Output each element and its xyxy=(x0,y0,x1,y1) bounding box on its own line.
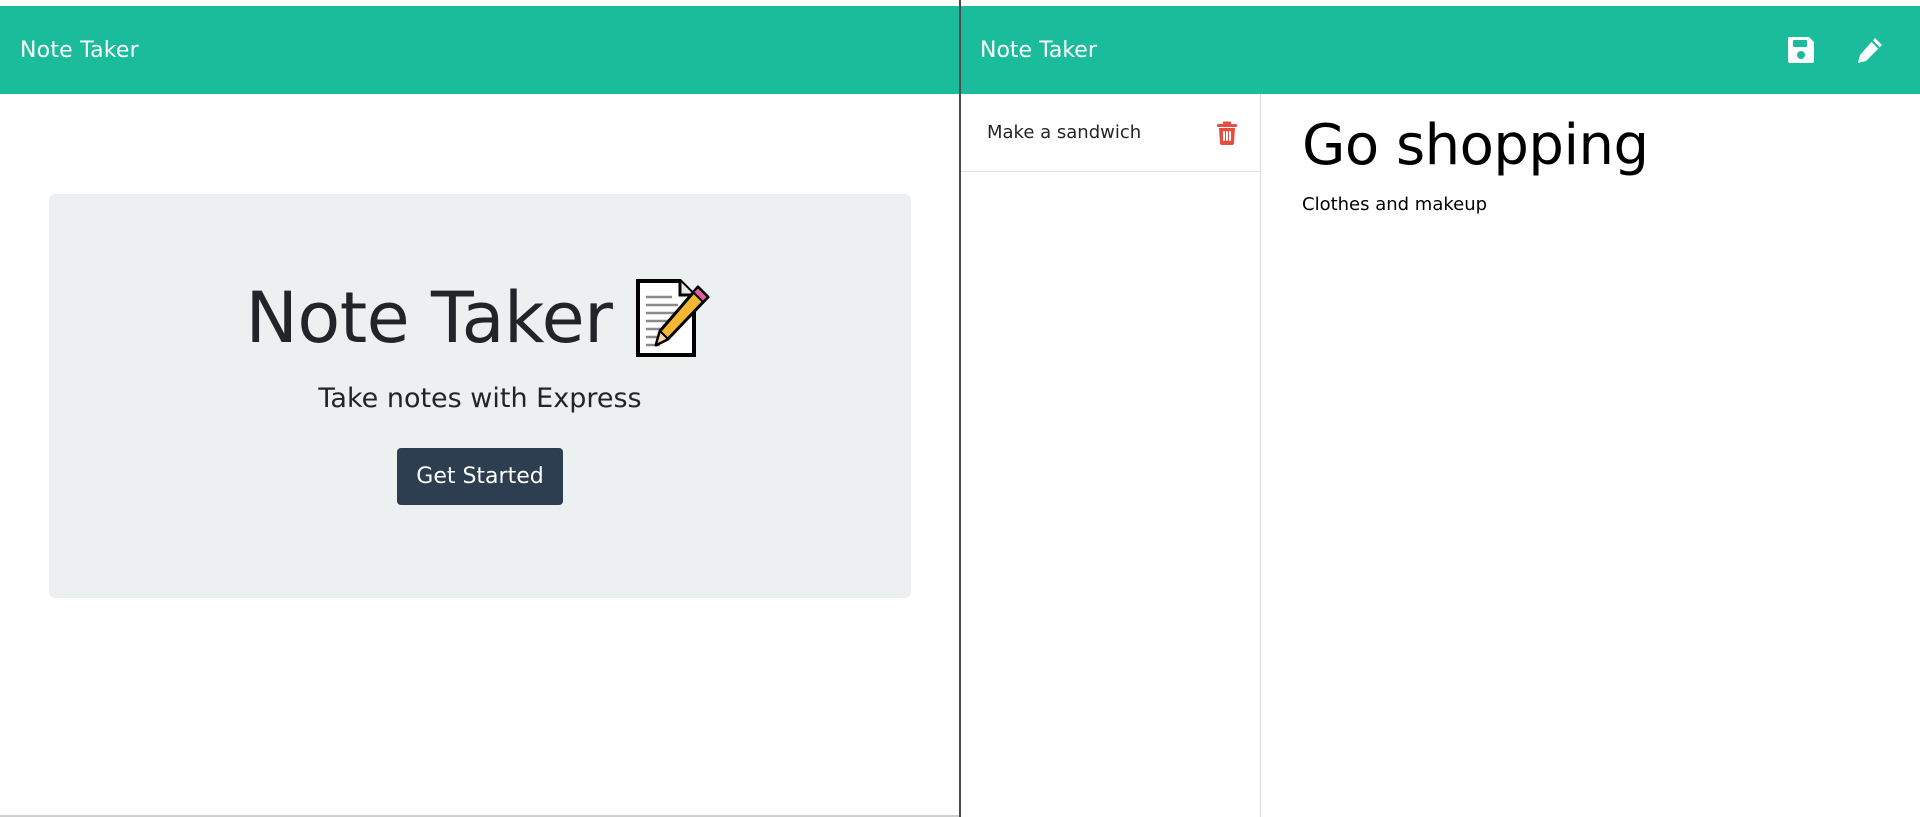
landing-page: Note Taker Note Taker Take notes with Ex… xyxy=(0,6,959,817)
pencil-icon[interactable] xyxy=(1854,34,1886,66)
list-item[interactable]: Make a sandwich xyxy=(961,94,1260,172)
jumbotron-title: Note Taker xyxy=(245,277,613,359)
landing-navbar: Note Taker xyxy=(0,6,959,94)
notes-page: Note Taker Make a sandwich Go shopping C… xyxy=(961,6,1920,817)
navbar-brand[interactable]: Note Taker xyxy=(0,38,139,63)
jumbotron-subtitle: Take notes with Express xyxy=(318,383,642,414)
jumbotron: Note Taker Take notes with Express Get S… xyxy=(49,194,911,598)
memo-icon xyxy=(636,279,710,357)
save-icon[interactable] xyxy=(1785,34,1817,66)
split-screen-view: Note Taker Note Taker Take notes with Ex… xyxy=(0,0,1920,817)
list-item-title[interactable]: Make a sandwich xyxy=(987,122,1141,143)
notes-navbar: Note Taker xyxy=(961,6,1920,94)
note-title-input[interactable] xyxy=(1302,108,1890,182)
note-editor: Clothes and makeup xyxy=(1262,94,1920,817)
note-list: Make a sandwich xyxy=(961,94,1261,817)
toolbar-icons xyxy=(1785,34,1920,66)
get-started-button[interactable]: Get Started xyxy=(397,448,563,505)
jumbotron-title-row: Note Taker xyxy=(246,277,715,359)
trash-icon[interactable] xyxy=(1216,121,1238,145)
note-text-area[interactable]: Clothes and makeup xyxy=(1302,194,1890,694)
navbar-brand[interactable]: Note Taker xyxy=(961,38,1097,63)
